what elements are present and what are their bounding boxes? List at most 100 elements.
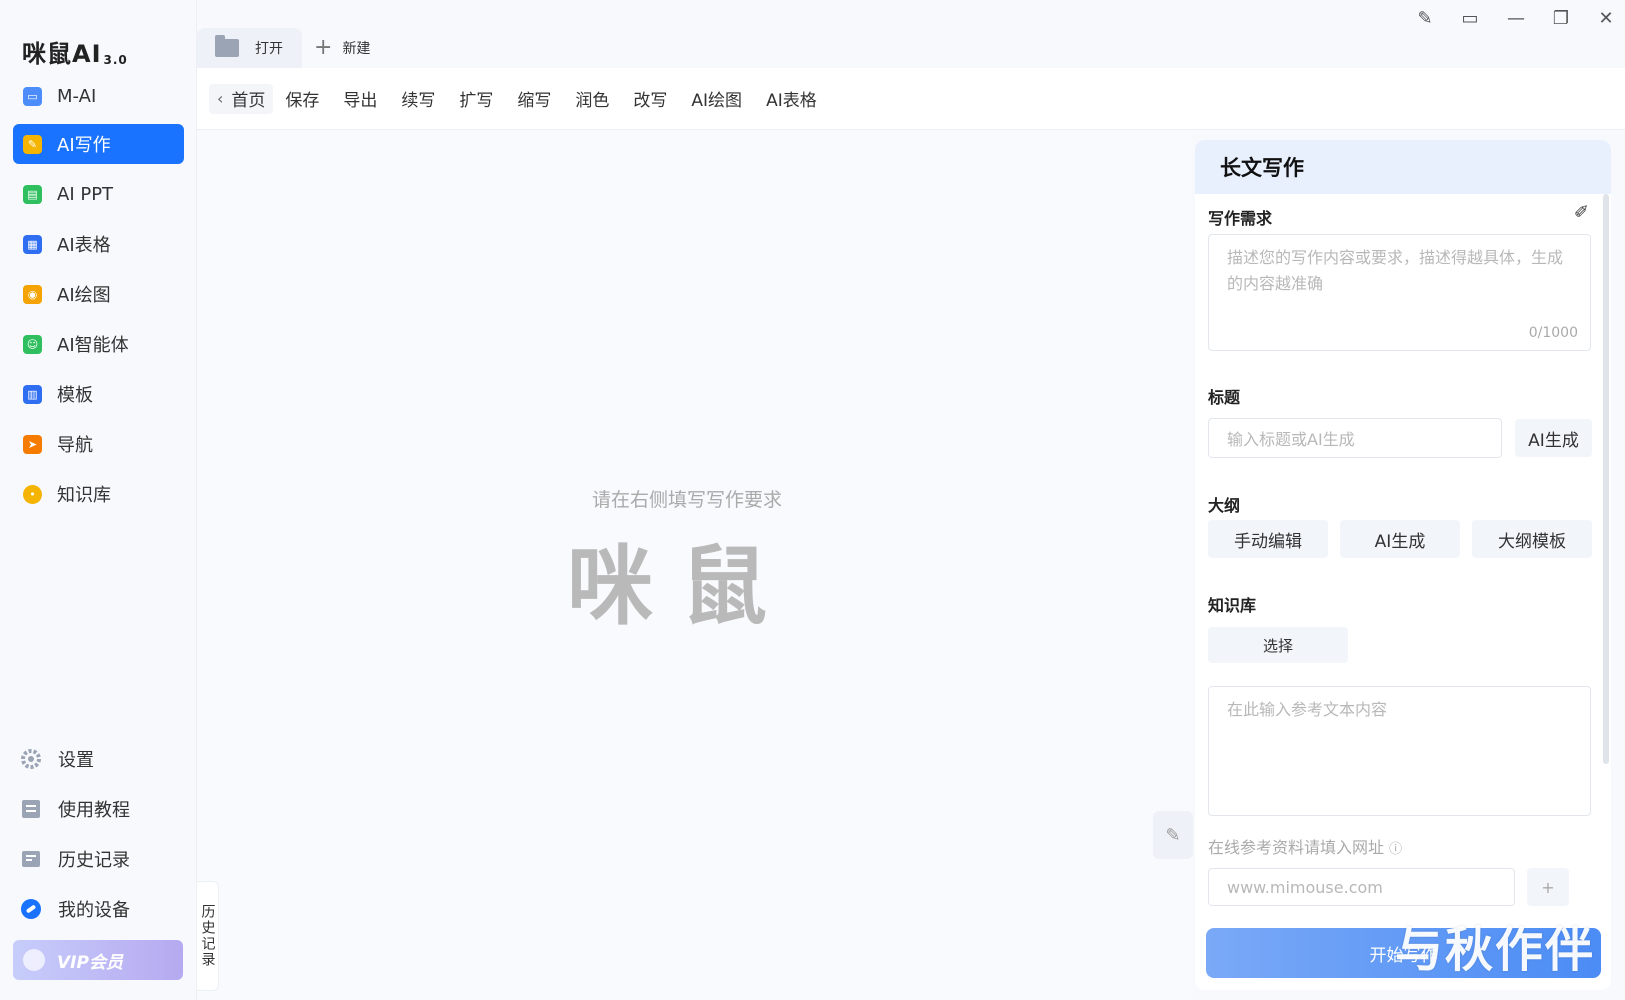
pen-icon[interactable]: ✎ bbox=[1153, 811, 1193, 859]
tab-open-label: 打开 bbox=[255, 41, 283, 57]
url-input[interactable]: www.mimouse.com bbox=[1208, 868, 1515, 906]
outline-manual-edit-button[interactable]: 手动编辑 bbox=[1208, 520, 1328, 558]
outline-template-button[interactable]: 大纲模板 bbox=[1472, 520, 1592, 558]
table-icon: ▦ bbox=[23, 234, 42, 254]
shorten-button[interactable]: 缩写 bbox=[517, 86, 551, 111]
restore-icon[interactable]: ❐ bbox=[1547, 4, 1575, 32]
folder-icon bbox=[215, 35, 239, 57]
title-input[interactable]: 输入标题或AI生成 bbox=[1208, 418, 1502, 458]
sidebar-item-ai-writing[interactable]: ✎ AI写作 bbox=[13, 124, 184, 164]
editor-canvas[interactable]: 请在右侧填写写作要求 咪鼠 ✎ 历史记录 bbox=[197, 131, 1193, 1000]
logo-text: 咪鼠AI bbox=[22, 40, 102, 68]
sidebar-item-ai-ppt[interactable]: ▤ AI PPT bbox=[13, 174, 184, 214]
sidebar-item-label: AI PPT bbox=[57, 183, 114, 205]
sidebar-item-label: M-AI bbox=[57, 85, 97, 107]
requirement-placeholder: 描述您的写作内容或要求，描述得越具体，生成的内容越准确 bbox=[1227, 248, 1564, 293]
tutorial-label: 使用教程 bbox=[58, 800, 130, 821]
plus-icon: + bbox=[314, 35, 333, 60]
plus-icon: + bbox=[1541, 877, 1555, 897]
sidebar: 咪鼠AI 3.0 ▭ M-AI ✎ AI写作 ▤ AI PPT ▦ AI表格 ◉ … bbox=[0, 0, 197, 1000]
reference-textarea[interactable]: 在此输入参考文本内容 bbox=[1208, 686, 1591, 816]
sidebar-item-label: AI智能体 bbox=[57, 335, 129, 356]
url-placeholder: www.mimouse.com bbox=[1227, 877, 1383, 897]
sidebar-item-templates[interactable]: ▥ 模板 bbox=[13, 374, 184, 414]
sidebar-item-knowledge-base[interactable]: • 知识库 bbox=[13, 474, 184, 514]
title-ai-generate-button[interactable]: AI生成 bbox=[1515, 419, 1592, 457]
outline-ai-generate-button[interactable]: AI生成 bbox=[1340, 520, 1460, 558]
tab-new[interactable]: + 新建 bbox=[314, 28, 370, 68]
my-device-label: 我的设备 bbox=[58, 900, 130, 921]
chevron-left-icon: ‹ bbox=[217, 89, 224, 108]
settings-button[interactable]: 设置 bbox=[20, 746, 94, 772]
history-icon bbox=[20, 848, 42, 870]
palette-icon: ◉ bbox=[23, 284, 42, 304]
vip-member-button[interactable]: VIP会员 bbox=[13, 940, 183, 980]
feedback-icon[interactable]: ▭ bbox=[1456, 4, 1484, 32]
history-label: 历史记录 bbox=[58, 850, 130, 871]
home-button[interactable]: ‹ 首页 bbox=[209, 83, 274, 114]
rewrite-button[interactable]: 改写 bbox=[633, 86, 667, 111]
knowledge-base-label: 知识库 bbox=[1208, 596, 1257, 615]
bulb-icon: • bbox=[23, 484, 42, 504]
history-button[interactable]: 历史记录 bbox=[20, 846, 130, 872]
char-counter: 0/1000 bbox=[1528, 325, 1578, 341]
sidebar-item-label: AI写作 bbox=[57, 135, 111, 156]
long-writing-panel: 长文写作 写作需求 ✐ 描述您的写作内容或要求，描述得越具体，生成的内容越准确 … bbox=[1195, 140, 1611, 990]
close-icon[interactable]: ✕ bbox=[1592, 4, 1620, 32]
title-label: 标题 bbox=[1208, 388, 1241, 407]
write-icon: ✎ bbox=[23, 134, 42, 154]
continue-writing-button[interactable]: 续写 bbox=[401, 86, 435, 111]
tab-new-label: 新建 bbox=[342, 41, 371, 57]
panel-title: 长文写作 bbox=[1195, 140, 1611, 194]
save-button[interactable]: 保存 bbox=[285, 86, 319, 111]
sidebar-item-ai-table[interactable]: ▦ AI表格 bbox=[13, 224, 184, 264]
vip-label: VIP会员 bbox=[57, 952, 123, 973]
add-url-button[interactable]: + bbox=[1527, 868, 1569, 906]
gear-icon bbox=[20, 748, 42, 770]
chat-icon: ▭ bbox=[23, 86, 42, 106]
robot-icon: ☺ bbox=[23, 334, 42, 354]
requirement-label: 写作需求 bbox=[1208, 209, 1273, 228]
editor-hint: 请在右侧填写写作要求 bbox=[592, 489, 783, 511]
panel-scrollbar[interactable] bbox=[1603, 194, 1609, 764]
app-logo: 咪鼠AI 3.0 bbox=[22, 34, 128, 69]
sidebar-item-label: AI表格 bbox=[57, 235, 111, 256]
sidebar-item-label: 模板 bbox=[57, 385, 93, 406]
my-device-button[interactable]: 我的设备 bbox=[20, 896, 130, 922]
settings-label: 设置 bbox=[58, 750, 94, 771]
sidebar-item-label: AI绘图 bbox=[57, 285, 111, 306]
avatar-icon bbox=[23, 949, 45, 971]
url-label-text: 在线参考资料请填入网址 bbox=[1208, 838, 1385, 857]
editor-toolbar: ‹ 首页 保存 导出 续写 扩写 缩写 润色 改写 AI绘图 AI表格 bbox=[197, 68, 1625, 130]
brand-watermark: 咪鼠 bbox=[567, 537, 795, 637]
knowledge-base-select-button[interactable]: 选择 bbox=[1208, 627, 1348, 663]
sidebar-item-ai-agent[interactable]: ☺ AI智能体 bbox=[13, 324, 184, 364]
tab-open[interactable]: 打开 bbox=[197, 28, 302, 68]
expand-button[interactable]: 扩写 bbox=[459, 86, 493, 111]
sidebar-item-navigation[interactable]: ➤ 导航 bbox=[13, 424, 184, 464]
export-button[interactable]: 导出 bbox=[343, 86, 377, 111]
history-tab[interactable]: 历史记录 bbox=[197, 881, 219, 991]
info-icon[interactable]: ⓘ bbox=[1389, 842, 1402, 857]
home-label: 首页 bbox=[231, 91, 266, 111]
polish-button[interactable]: 润色 bbox=[575, 86, 609, 111]
overlay-watermark: 与秋作伴 bbox=[1395, 922, 1596, 978]
ai-drawing-button[interactable]: AI绘图 bbox=[691, 86, 742, 111]
outline-label: 大纲 bbox=[1208, 496, 1241, 515]
reference-placeholder: 在此输入参考文本内容 bbox=[1227, 700, 1388, 719]
edit-window-icon[interactable]: ✎ bbox=[1411, 4, 1439, 32]
ai-table-button[interactable]: AI表格 bbox=[766, 86, 817, 111]
minimize-icon[interactable]: — bbox=[1502, 4, 1530, 32]
template-icon: ▥ bbox=[23, 384, 42, 404]
sidebar-item-label: 知识库 bbox=[57, 485, 111, 506]
navigation-icon: ➤ bbox=[23, 434, 42, 454]
requirement-textarea[interactable]: 描述您的写作内容或要求，描述得越具体，生成的内容越准确 0/1000 bbox=[1208, 234, 1591, 351]
tab-bar: 打开 + 新建 ✎ ▭ — ❐ ✕ bbox=[197, 0, 1625, 68]
title-placeholder: 输入标题或AI生成 bbox=[1227, 430, 1355, 449]
sidebar-item-ai-drawing[interactable]: ◉ AI绘图 bbox=[13, 274, 184, 314]
tutorial-button[interactable]: 使用教程 bbox=[20, 796, 130, 822]
ppt-icon: ▤ bbox=[23, 184, 42, 204]
sidebar-item-m-ai[interactable]: ▭ M-AI bbox=[13, 76, 184, 116]
sidebar-item-label: 导航 bbox=[57, 435, 93, 456]
magic-wand-icon[interactable]: ✐ bbox=[1574, 202, 1589, 223]
